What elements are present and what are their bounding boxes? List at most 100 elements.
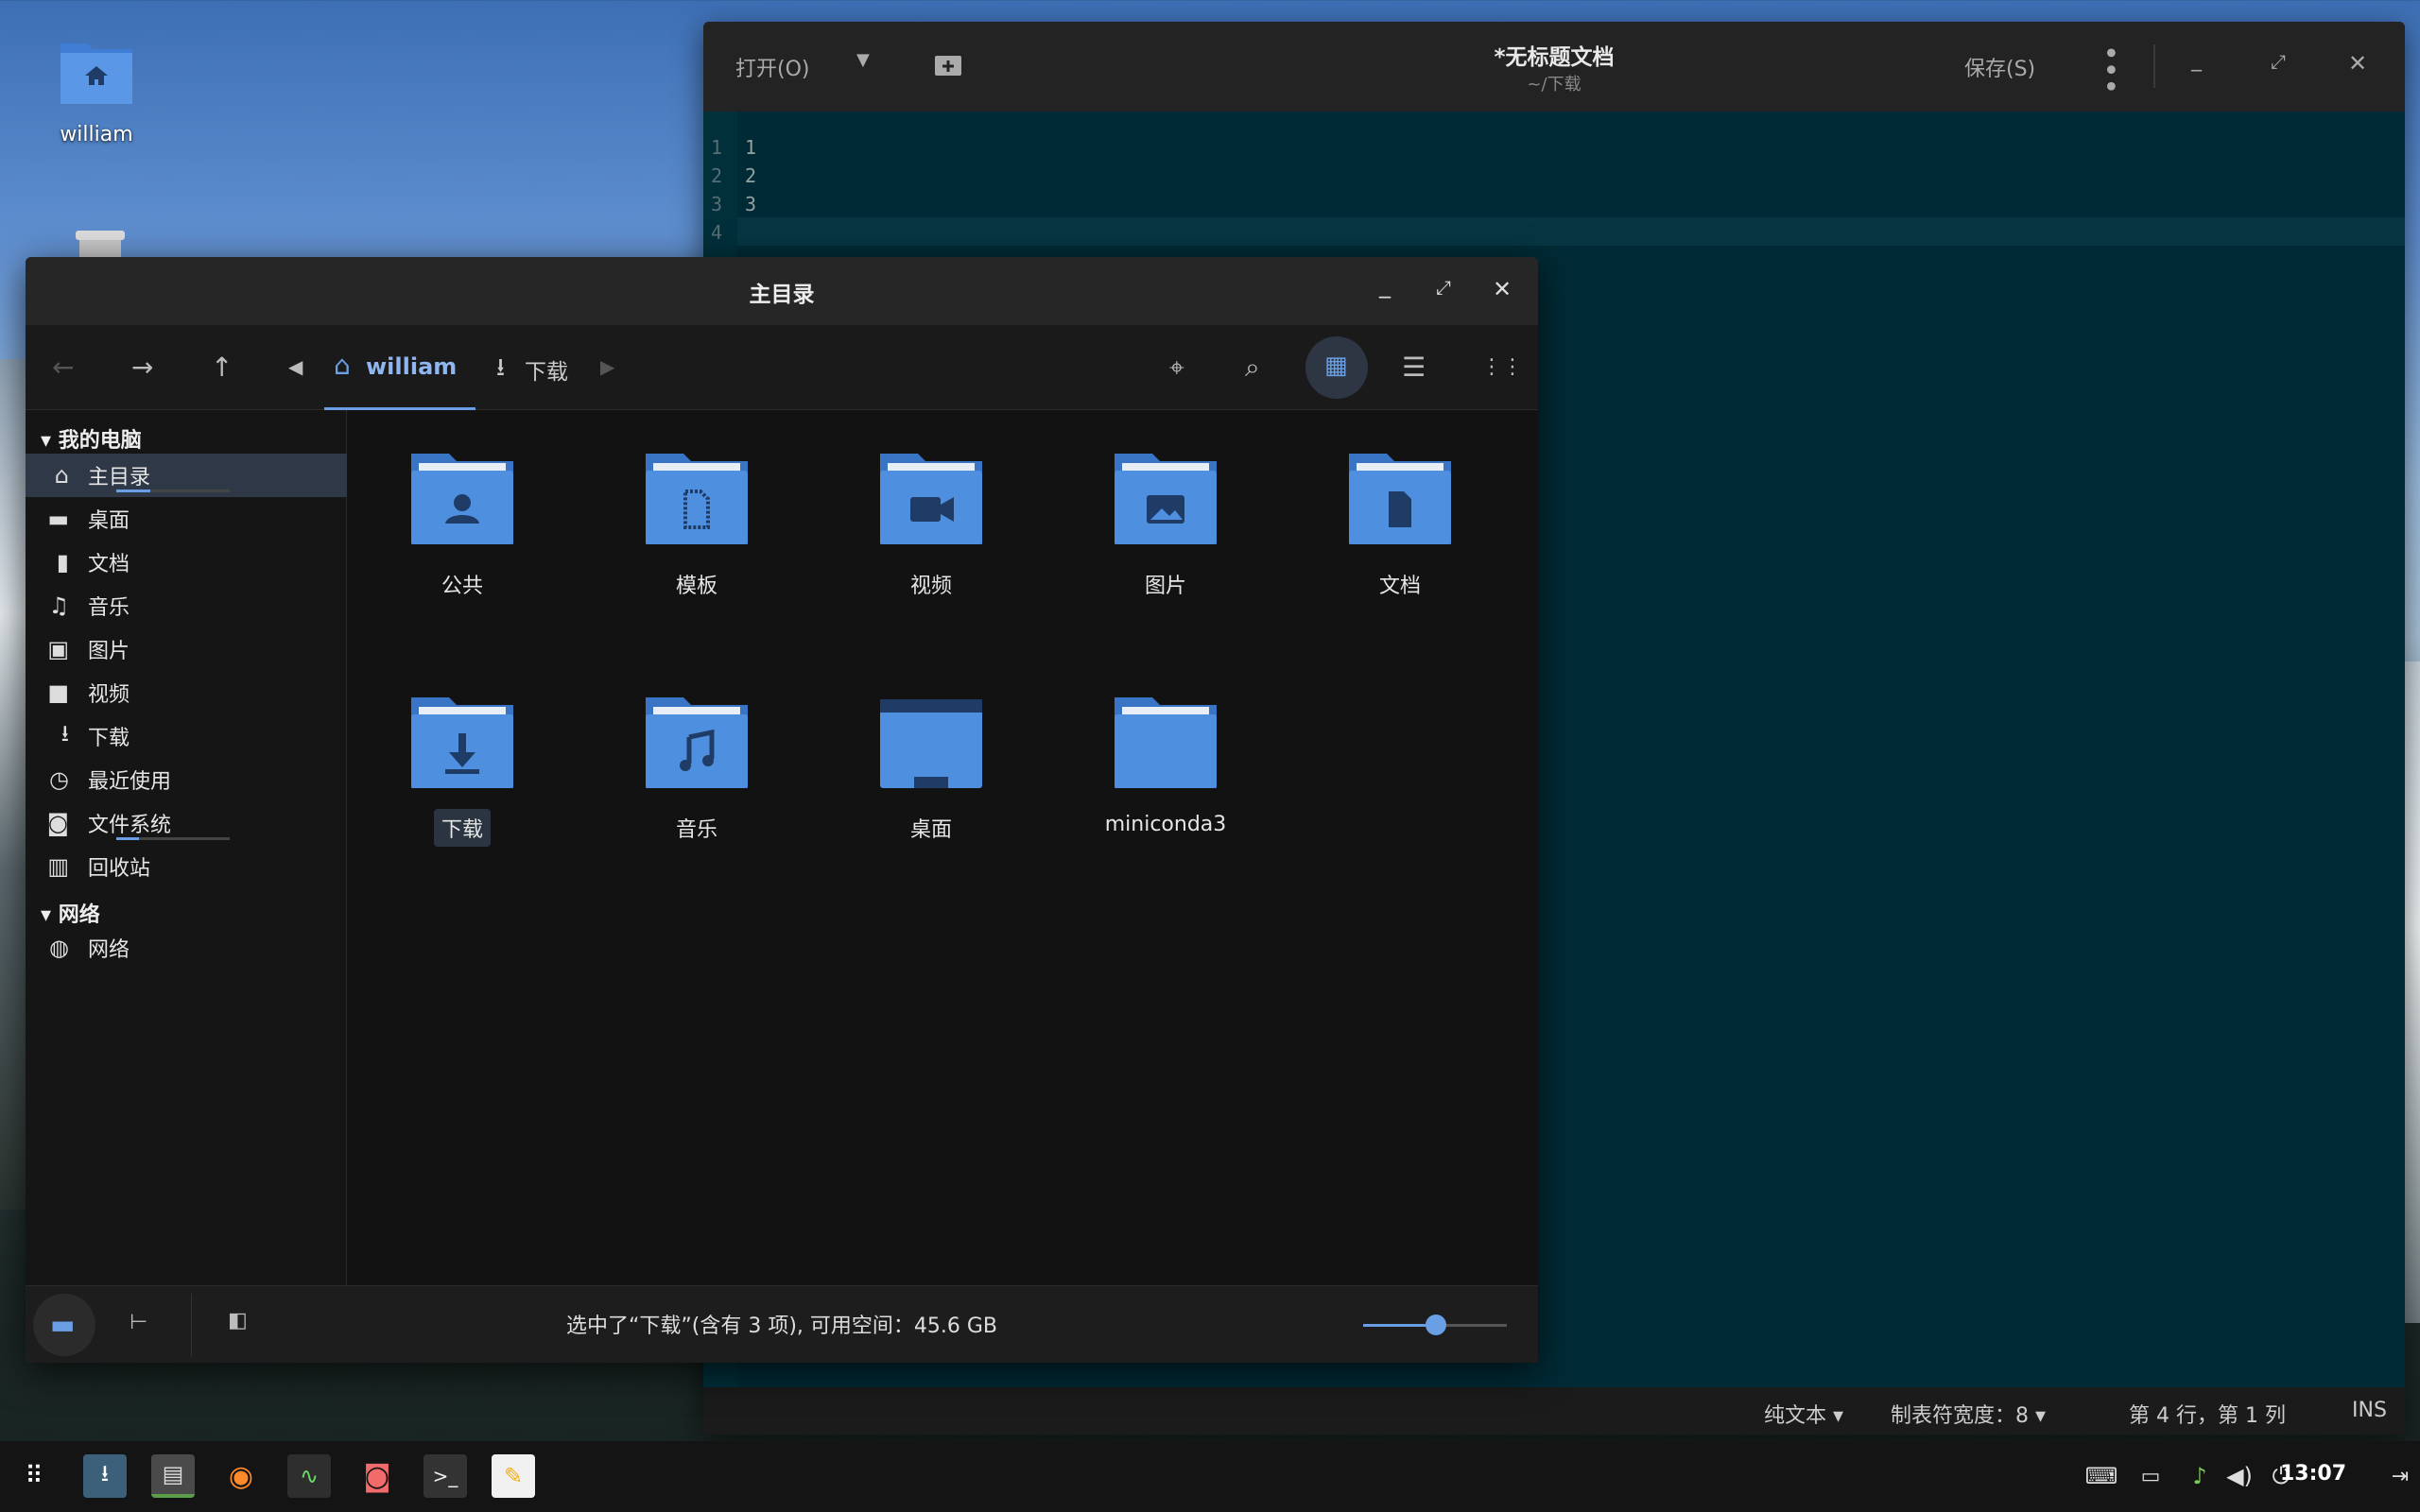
save-button[interactable]: 保存(S) <box>1964 52 2035 82</box>
back-icon[interactable]: ← <box>52 352 74 383</box>
fm-titlebar: 主目录 _ ⤢ ✕ <box>26 257 1538 325</box>
home-icon: ⌂ <box>334 350 351 381</box>
compact-view-icon[interactable]: ⋮⋮ <box>1481 355 1523 379</box>
sidebar-item-trash[interactable]: ▥ 回收站 <box>26 845 347 888</box>
firefox-icon[interactable]: ◉ <box>219 1454 263 1498</box>
disk-usage-bar <box>116 837 230 840</box>
keyboard-icon[interactable]: ⌨ <box>2080 1454 2123 1498</box>
downloader-icon[interactable]: ⭳ <box>83 1454 127 1498</box>
menu-icon[interactable]: ••• <box>2093 44 2126 94</box>
editor-title: *无标题文档 <box>1494 45 1615 70</box>
maximize-icon[interactable]: ⤢ <box>2271 50 2286 73</box>
list-view-icon[interactable]: ☰ <box>1402 352 1426 383</box>
fm-file-view[interactable]: 公共 模板 视频 图片 文档 下载 音乐 桌面 miniconda3 <box>348 410 1538 1285</box>
music-folder-icon <box>646 697 748 788</box>
sidebar-item-music[interactable]: ♫ 音乐 <box>26 584 347 627</box>
sidebar-item-label: 图片 <box>88 640 130 663</box>
grid-icon: ▦ <box>1324 352 1348 380</box>
forward-icon[interactable]: → <box>131 352 153 383</box>
sidebar-item-filesystem[interactable]: ◙ 文件系统 <box>26 801 347 845</box>
folder-label: 图片 <box>1144 575 1186 598</box>
close-icon[interactable]: ✕ <box>2348 50 2367 77</box>
folder-item-selected[interactable]: 下载 <box>391 692 533 847</box>
folder-item[interactable]: 桌面 <box>860 692 1002 847</box>
folder-item[interactable]: 图片 <box>1095 448 1236 603</box>
sidebar-item-recent[interactable]: ◷ 最近使用 <box>26 758 347 801</box>
desktop-icon: ▬ <box>47 506 69 532</box>
tab-width-selector[interactable]: 制表符宽度：8 ▾ <box>1891 1399 2046 1429</box>
folder-item[interactable]: 公共 <box>391 448 533 603</box>
close-icon[interactable]: ✕ <box>1493 276 1512 302</box>
syntax-label: 纯文本 <box>1764 1404 1827 1428</box>
section-header-computer[interactable]: ▾ 我的电脑 <box>41 423 142 454</box>
clock[interactable]: 13:07 <box>2280 1462 2346 1486</box>
sidebar-item-label: 文件系统 <box>88 814 172 837</box>
folder-item[interactable]: 模板 <box>626 448 768 603</box>
section-header-network[interactable]: ▾ 网络 <box>41 898 100 928</box>
network-icon[interactable]: ▭ <box>2129 1454 2172 1498</box>
volume-icon[interactable]: ◀) <box>2218 1454 2261 1498</box>
clock-icon: ◷ <box>49 766 69 793</box>
sidebar-item-label: 桌面 <box>88 509 130 533</box>
music-icon: ♫ <box>48 593 69 619</box>
breadcrumb-downloads[interactable]: ⭳ 下载 <box>491 325 604 410</box>
template-folder-icon <box>646 454 748 544</box>
sidebar-item-downloads[interactable]: ⭳ 下载 <box>26 714 347 758</box>
sidebar-item-home[interactable]: ⌂ 主目录 <box>26 454 347 497</box>
breadcrumb-left-icon[interactable]: ◀ <box>288 355 302 378</box>
folder-label: miniconda3 <box>1104 813 1227 836</box>
file-manager-window: 主目录 _ ⤢ ✕ ← → ↑ ◀ ⌂ william ⭳ 下载 ▶ ⌖ ⌕ ▦… <box>26 257 1538 1363</box>
notification-icon[interactable]: ♪ <box>2178 1454 2221 1498</box>
disk-usage-bar <box>116 490 230 492</box>
breadcrumb-home[interactable]: ⌂ william <box>324 325 475 410</box>
folder-item[interactable]: miniconda3 <box>1095 692 1236 840</box>
fm-title: 主目录 <box>749 283 815 307</box>
sidebar-item-documents[interactable]: ▮ 文档 <box>26 541 347 584</box>
sidebar-item-label: 网络 <box>88 938 130 962</box>
folder-item[interactable]: 视频 <box>860 448 1002 603</box>
breadcrumb-right-icon[interactable]: ▶ <box>600 355 614 378</box>
zoom-slider[interactable] <box>1363 1314 1507 1335</box>
text-editor-icon[interactable]: ✎ <box>492 1454 535 1498</box>
app-menu-icon[interactable]: ⠿ <box>11 1454 55 1498</box>
breadcrumb-label: 下载 <box>525 360 568 385</box>
search-icon[interactable]: ⌕ <box>1245 352 1260 384</box>
screenshot-icon[interactable]: ◙ <box>355 1454 399 1498</box>
folder-label: 视频 <box>909 575 952 598</box>
folder-label: 音乐 <box>675 818 717 842</box>
minimize-icon[interactable]: _ <box>1379 272 1391 299</box>
icon-view-button[interactable]: ▦ <box>1305 336 1368 399</box>
desktop-folder-icon <box>880 699 982 788</box>
current-line-highlight <box>737 217 2405 246</box>
terminal-icon[interactable]: >_ <box>424 1454 467 1498</box>
zoom-slider-handle[interactable] <box>1426 1314 1446 1335</box>
home-icon: ⌂ <box>54 462 69 489</box>
files-app-icon[interactable]: ▤ <box>151 1454 195 1498</box>
sidebar-item-desktop[interactable]: ▬ 桌面 <box>26 497 347 541</box>
desktop-icon-label: william <box>60 123 133 146</box>
folder-item[interactable]: 文档 <box>1329 448 1471 603</box>
minimize-icon[interactable]: _ <box>2191 48 2202 72</box>
fm-statusbar: ▬ ⊢ ◧ 选中了“下载”(含有 3 项), 可用空间：45.6 GB <box>26 1285 1538 1363</box>
desktop-home-icon[interactable]: william <box>57 34 136 146</box>
location-pin-icon[interactable]: ⌖ <box>1169 352 1184 384</box>
sidebar-item-label: 最近使用 <box>88 770 172 794</box>
logout-icon[interactable]: ⇥ <box>2378 1454 2420 1498</box>
globe-icon: ◍ <box>49 935 69 961</box>
sidebar-item-videos[interactable]: ■ 视频 <box>26 671 347 714</box>
sidebar-item-network[interactable]: ◍ 网络 <box>26 926 347 970</box>
document-icon: ▮ <box>56 549 69 576</box>
desktop-trash-icon[interactable] <box>72 231 129 259</box>
up-icon[interactable]: ↑ <box>211 352 233 383</box>
folder-item[interactable]: 音乐 <box>626 692 768 847</box>
folder-label: 桌面 <box>909 818 952 842</box>
maximize-icon[interactable]: ⤢ <box>1436 276 1451 299</box>
fm-sidebar: ▾ 我的电脑 ⌂ 主目录 ▬ 桌面 ▮ 文档 ♫ 音乐 ▣ 图片 ■ 视频 ⭳ 下载 ◷ 最近使… <box>26 410 347 1285</box>
editor-statusbar: 纯文本 ▾ 制表符宽度：8 ▾ 第 4 行，第 1 列 INS <box>703 1387 2405 1435</box>
code-line: 2 <box>745 164 757 187</box>
home-folder-icon <box>60 43 132 104</box>
sidebar-item-pictures[interactable]: ▣ 图片 <box>26 627 347 671</box>
video-icon: ■ <box>47 679 69 706</box>
syntax-selector[interactable]: 纯文本 ▾ <box>1764 1399 1843 1429</box>
system-monitor-icon[interactable]: ∿ <box>287 1454 331 1498</box>
